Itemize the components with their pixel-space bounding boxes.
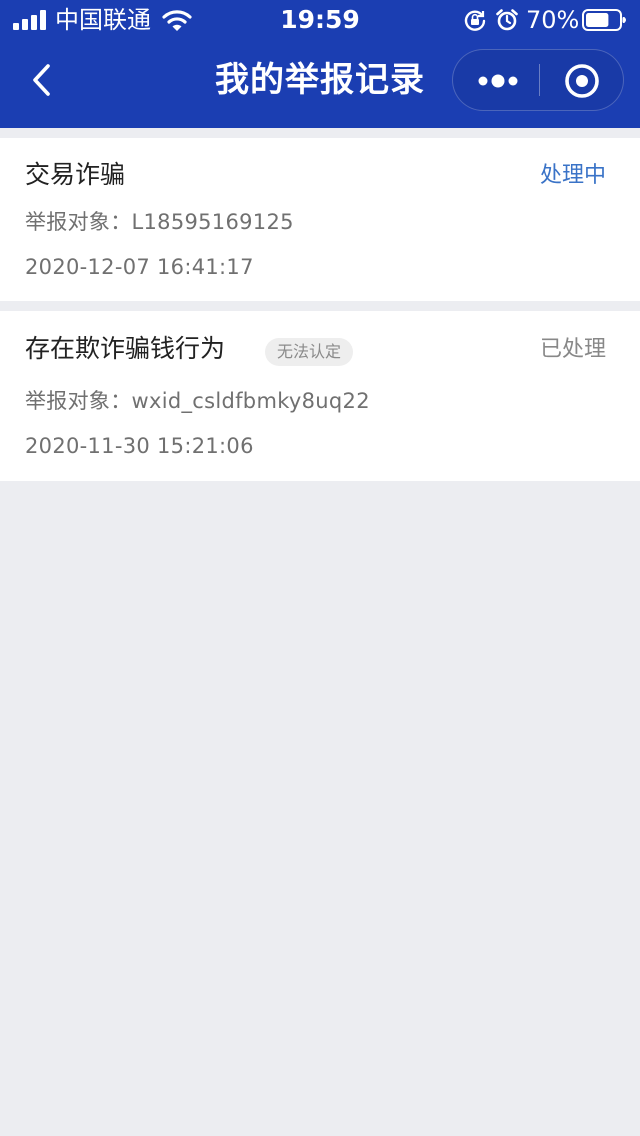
more-dots-icon [478, 74, 518, 88]
chevron-left-icon [33, 64, 50, 96]
battery-percent: 70% [526, 6, 580, 34]
header-bar: 中国联通 19:59 70% 我的举报记录 [0, 0, 640, 128]
report-title: 存在欺诈骗钱行为 [25, 334, 226, 363]
back-button[interactable] [24, 58, 60, 102]
report-item[interactable]: 交易诈骗 处理中 举报对象：L18595169125 2020-12-07 16… [0, 138, 640, 301]
report-status: 处理中 [539, 163, 606, 188]
mini-program-capsule [452, 49, 624, 111]
report-target: 举报对象：wxid_csldfbmky8uq22 [25, 389, 370, 413]
report-date: 2020-12-07 16:41:17 [25, 255, 254, 279]
report-list: 交易诈骗 处理中 举报对象：L18595169125 2020-12-07 16… [0, 138, 640, 481]
status-time: 19:59 [280, 5, 360, 34]
more-button[interactable] [453, 50, 539, 110]
status-bar: 中国联通 19:59 70% [0, 0, 640, 40]
battery-icon [582, 9, 626, 31]
signal-icon [13, 10, 49, 30]
report-status: 已处理 [539, 337, 606, 362]
wifi-icon [162, 10, 192, 31]
report-target: 举报对象：L18595169125 [25, 210, 294, 234]
target-circle-icon [565, 64, 599, 98]
page-title: 我的举报记录 [215, 60, 425, 100]
report-item[interactable]: 存在欺诈骗钱行为 无法认定 已处理 举报对象：wxid_csldfbmky8uq… [0, 311, 640, 481]
report-date: 2020-11-30 15:21:06 [25, 434, 254, 458]
carrier-name: 中国联通 [55, 6, 151, 34]
report-title: 交易诈骗 [25, 160, 126, 189]
close-mini-program-button[interactable] [540, 50, 624, 110]
report-result-tag: 无法认定 [265, 338, 354, 366]
orientation-lock-icon [464, 10, 486, 31]
alarm-icon [496, 9, 518, 31]
